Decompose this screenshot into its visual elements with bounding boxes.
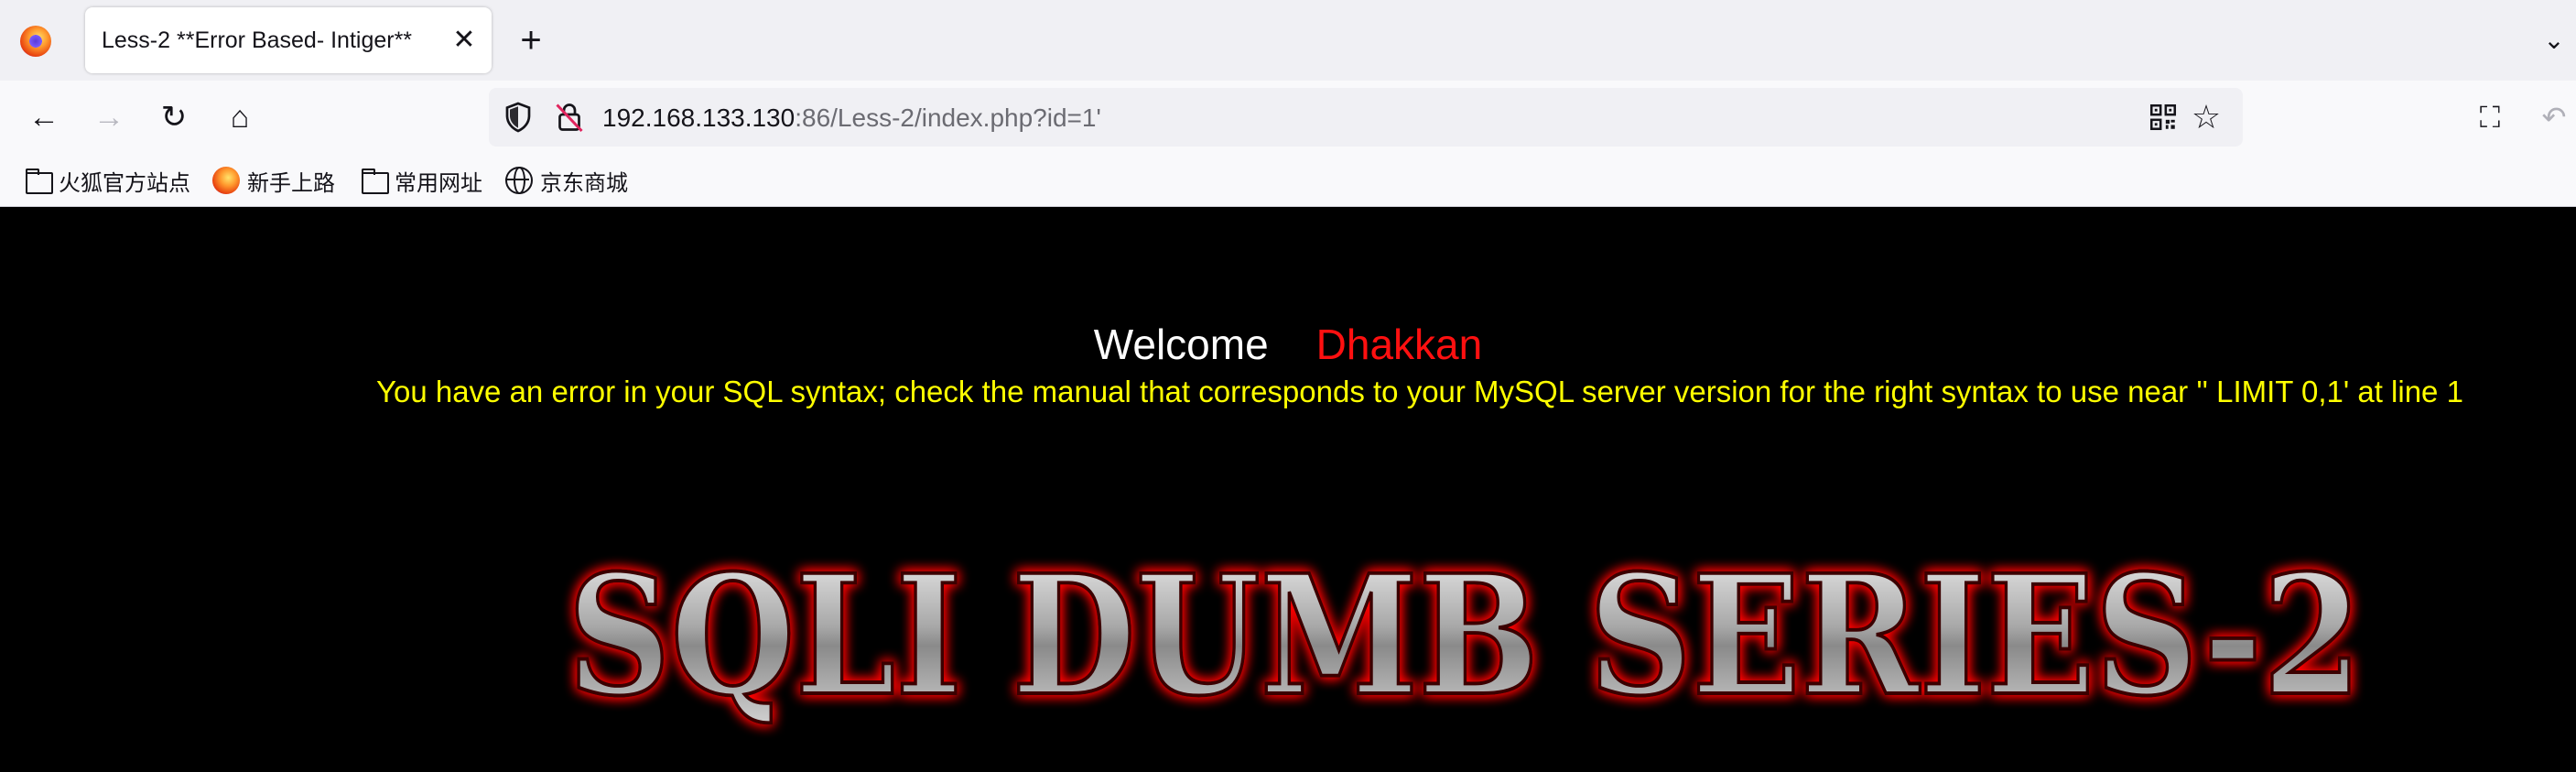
forward-button[interactable]: → [89, 97, 129, 137]
undo-icon[interactable]: ↶ [2536, 99, 2572, 136]
bookmark-label: 京东商城 [540, 170, 628, 196]
new-tab-button[interactable]: + [513, 22, 549, 59]
user-name: Dhakkan [1315, 321, 1483, 368]
bookmarks-toolbar: 火狐官方站点 新手上路 常用网址 京东商城 [0, 154, 2576, 207]
home-button[interactable]: ⌂ [220, 97, 260, 137]
welcome-line: Welcome Dhakkan [0, 320, 2576, 369]
tab-title: Less-2 **Error Based- Intiger** [102, 27, 413, 53]
page-content: Welcome Dhakkan You have an error in your… [0, 208, 2576, 772]
bookmark-jd-mall[interactable]: 京东商城 [505, 165, 628, 196]
bookmark-folder-firefox-sites[interactable]: 火狐官方站点 [24, 165, 190, 196]
bookmark-star-icon[interactable]: ☆ [2188, 99, 2224, 136]
folder-icon [360, 167, 389, 194]
bookmark-label: 常用网址 [395, 170, 482, 196]
welcome-text: Welcome [1093, 321, 1269, 368]
chevron-down-icon[interactable]: ⌄ [2536, 22, 2572, 59]
bookmark-getting-started[interactable]: 新手上路 [212, 165, 335, 196]
sql-error-message: You have an error in your SQL syntax; ch… [376, 375, 2463, 408]
url-host: 192.168.133.130 [602, 103, 796, 132]
tab-less-2[interactable]: Less-2 **Error Based- Intiger** ✕ [85, 7, 492, 73]
back-button[interactable]: ← [24, 97, 64, 137]
firefox-icon[interactable] [20, 26, 51, 57]
bookmark-folder-common-sites[interactable]: 常用网址 [360, 165, 482, 196]
url-bar[interactable]: 192.168.133.130:86/Less-2/index.php?id=1… [489, 88, 2243, 147]
url-input[interactable]: 192.168.133.130:86/Less-2/index.php?id=1… [602, 103, 1101, 133]
screenshot-crop-icon[interactable]: ⛶ [2472, 99, 2508, 136]
navigation-toolbar: ← → ↻ ⌂ 192.168.133.130:86/Less-2/index.… [0, 81, 2576, 154]
firefox-icon [212, 167, 240, 194]
url-path: :86/Less-2/index.php?id=1' [795, 103, 1101, 132]
insecure-lock-icon[interactable] [553, 101, 586, 134]
tab-strip: Less-2 **Error Based- Intiger** ✕ + ⌄ [0, 0, 2576, 81]
shield-icon[interactable] [502, 101, 535, 134]
folder-icon [24, 167, 53, 194]
bookmark-label: 火狐官方站点 [59, 170, 190, 196]
qr-code-icon[interactable] [2148, 102, 2179, 133]
bookmark-label: 新手上路 [247, 170, 335, 196]
series-banner-image: SQLI DUMB SERIES-2 [566, 538, 2364, 734]
globe-icon [505, 167, 533, 194]
reload-button[interactable]: ↻ [154, 97, 194, 137]
close-tab-icon[interactable]: ✕ [449, 26, 479, 55]
banner-text: SQLI DUMB SERIES-2 [568, 539, 2362, 733]
